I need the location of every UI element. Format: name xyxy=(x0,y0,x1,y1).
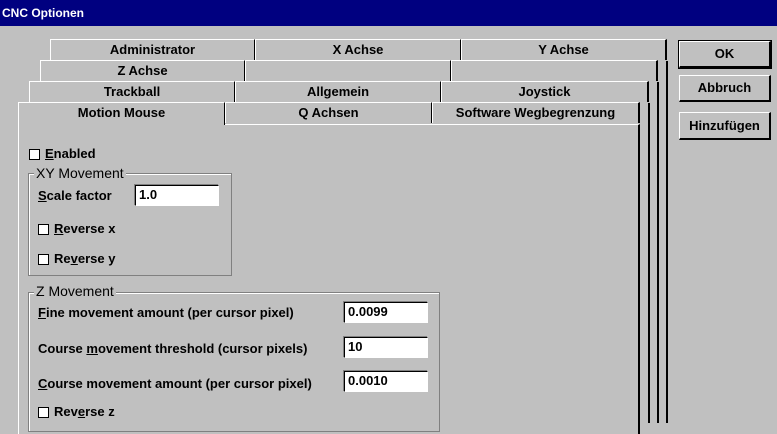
scale-factor-label: Scale factor xyxy=(38,188,112,203)
course-amount-label: Course movement amount (per cursor pixel… xyxy=(38,376,312,391)
reverse-y-option[interactable]: Reverse y xyxy=(38,251,115,266)
threshold-input[interactable]: 10 xyxy=(344,337,428,358)
xy-movement-title: XY Movement xyxy=(34,165,126,181)
thresh-pre: Course xyxy=(38,341,87,356)
rev-y-label: erse y xyxy=(77,251,116,266)
reverse-z-checkbox[interactable] xyxy=(38,407,49,419)
rev-z-label: rse z xyxy=(85,404,115,419)
z-movement-title: Z Movement xyxy=(34,283,116,299)
rev-y-accel: v xyxy=(70,251,78,266)
enabled-option[interactable]: Enabled xyxy=(29,146,96,161)
course-amount-input[interactable]: 0.0010 xyxy=(344,371,428,392)
scale-accel: S xyxy=(38,188,47,203)
reverse-x-option[interactable]: Reverse x xyxy=(38,221,115,236)
fine-amount-label: Fine movement amount (per cursor pixel) xyxy=(38,305,294,320)
rev-x-label: everse x xyxy=(63,221,116,236)
fine-accel: F xyxy=(38,305,46,320)
threshold-label: Course movement threshold (cursor pixels… xyxy=(38,341,307,356)
amount-accel: C xyxy=(38,376,48,391)
scale-label-text: cale factor xyxy=(46,188,112,203)
reverse-z-option[interactable]: Reverse z xyxy=(38,404,115,419)
rev-z-pre: Rev xyxy=(54,404,78,419)
fine-label-text: ine movement amount (per cursor pixel) xyxy=(45,305,294,320)
amount-label-text: ourse movement amount (per cursor pixel) xyxy=(47,376,312,391)
fine-amount-input[interactable]: 0.0099 xyxy=(344,302,428,323)
thresh-label-text: ovement threshold (cursor pixels) xyxy=(97,341,308,356)
scale-factor-input[interactable]: 1.0 xyxy=(135,185,219,206)
enabled-label: nabled xyxy=(53,146,96,161)
reverse-x-checkbox[interactable] xyxy=(38,224,49,236)
rev-y-pre: Re xyxy=(54,251,71,266)
reverse-y-checkbox[interactable] xyxy=(38,254,49,266)
rev-x-accel: R xyxy=(54,221,64,236)
rev-z-accel: e xyxy=(77,404,86,419)
enabled-accel: E xyxy=(45,146,54,161)
enabled-checkbox[interactable] xyxy=(29,149,40,161)
thresh-accel: m xyxy=(86,341,98,356)
